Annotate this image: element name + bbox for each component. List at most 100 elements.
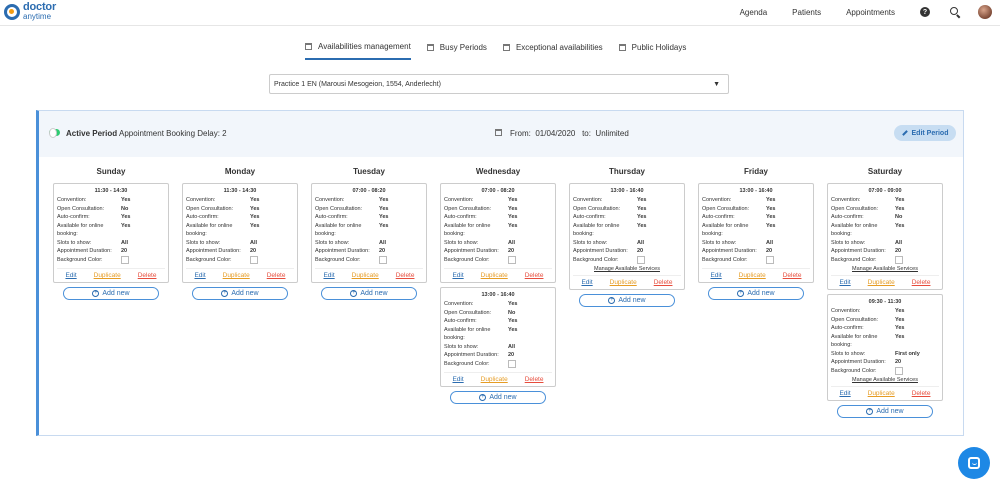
- tab-2[interactable]: Exceptional availabilities: [502, 40, 603, 54]
- edit-slot-link[interactable]: Edit: [452, 272, 463, 279]
- tab-1[interactable]: Busy Periods: [426, 40, 487, 54]
- convention-row: Convention: Yes: [444, 196, 552, 205]
- add-new-button[interactable]: + Add new: [63, 287, 159, 300]
- pencil-icon: [901, 130, 908, 136]
- tab-0[interactable]: Availabilities management: [305, 40, 411, 60]
- manage-services-link[interactable]: Manage Available Services: [831, 377, 939, 383]
- period-panel: Active Period Appointment Booking Delay:…: [36, 110, 964, 436]
- open-consultation-row: Open Consultation: Yes: [573, 205, 681, 214]
- active-period-toggle[interactable]: [49, 128, 60, 138]
- edit-slot-link[interactable]: Edit: [710, 272, 721, 279]
- practice-select[interactable]: Practice 1 EN (Marousi Mesogeion, 1554, …: [269, 74, 729, 94]
- delete-slot-link[interactable]: Delete: [138, 272, 157, 279]
- slots-to-show-label: Slots to show:: [315, 239, 350, 246]
- day-column: Monday 11:30 - 14:30 Convention: Yes Open Co…: [182, 167, 298, 300]
- slots-to-show-value: All: [766, 239, 774, 246]
- slots-to-show-label: Slots to show:: [444, 343, 479, 350]
- search-icon[interactable]: [950, 7, 960, 17]
- help-icon[interactable]: ?: [920, 7, 930, 17]
- background-color-swatch[interactable]: [379, 255, 387, 264]
- duplicate-slot-link[interactable]: Duplicate: [481, 272, 508, 279]
- duplicate-slot-link[interactable]: Duplicate: [868, 279, 895, 286]
- duplicate-slot-link[interactable]: Duplicate: [739, 272, 766, 279]
- nav-patients-link[interactable]: Patients: [792, 8, 821, 17]
- nav-agenda-link[interactable]: Agenda: [740, 8, 768, 17]
- online-booking-value: Yes: [379, 222, 389, 229]
- chat-launcher-button[interactable]: [958, 447, 990, 479]
- manage-services-link[interactable]: Manage Available Services: [831, 266, 939, 272]
- add-new-button[interactable]: + Add new: [837, 405, 933, 418]
- add-new-button[interactable]: + Add new: [450, 391, 546, 404]
- convention-value: Yes: [508, 301, 518, 307]
- day-title: Sunday: [96, 167, 126, 176]
- day-title: Friday: [743, 167, 768, 176]
- slots-to-show-label: Slots to show:: [831, 239, 866, 246]
- open-consultation-value: Yes: [766, 205, 776, 212]
- duplicate-slot-link[interactable]: Duplicate: [352, 272, 379, 279]
- background-color-swatch[interactable]: [637, 255, 645, 264]
- background-color-row: Background Color:: [702, 255, 810, 265]
- edit-slot-link[interactable]: Edit: [581, 279, 592, 286]
- edit-slot-link[interactable]: Edit: [323, 272, 334, 279]
- delete-slot-link[interactable]: Delete: [912, 279, 931, 286]
- online-booking-cont-row: booking:: [57, 230, 165, 239]
- add-new-button[interactable]: + Add new: [321, 287, 417, 300]
- manage-services-link[interactable]: Manage Available Services: [573, 266, 681, 272]
- add-new-button[interactable]: + Add new: [708, 287, 804, 300]
- delete-slot-link[interactable]: Delete: [525, 376, 544, 383]
- background-color-label: Background Color:: [831, 256, 877, 263]
- user-avatar[interactable]: [978, 5, 992, 19]
- background-color-swatch[interactable]: [895, 255, 903, 264]
- duplicate-slot-link[interactable]: Duplicate: [481, 376, 508, 383]
- edit-period-label: Edit Period: [911, 129, 949, 137]
- duplicate-slot-link[interactable]: Duplicate: [94, 272, 121, 279]
- edit-slot-link[interactable]: Edit: [194, 272, 205, 279]
- convention-row: Convention: Yes: [315, 196, 423, 205]
- slot-actions: Edit Duplicate Delete: [831, 275, 939, 289]
- add-new-button[interactable]: + Add new: [192, 287, 288, 300]
- appointment-duration-row: Appointment Duration: 20: [315, 247, 423, 256]
- background-color-swatch[interactable]: [250, 255, 258, 264]
- tab-3[interactable]: Public Holidays: [618, 40, 686, 54]
- add-new-button[interactable]: + Add new: [579, 294, 675, 307]
- slot-actions: Edit Duplicate Delete: [702, 268, 810, 282]
- edit-slot-link[interactable]: Edit: [839, 390, 850, 397]
- background-color-swatch[interactable]: [766, 255, 774, 264]
- delete-slot-link[interactable]: Delete: [525, 272, 544, 279]
- edit-period-button[interactable]: Edit Period: [894, 125, 956, 141]
- auto-confirm-row: Auto-confirm: Yes: [315, 213, 423, 222]
- delete-slot-link[interactable]: Delete: [654, 279, 673, 286]
- duplicate-slot-link[interactable]: Duplicate: [610, 279, 637, 286]
- slots-to-show-label: Slots to show:: [573, 239, 608, 246]
- online-booking-label: Available for online: [444, 222, 491, 229]
- duplicate-slot-link[interactable]: Duplicate: [868, 390, 895, 397]
- active-period-label: Active Period: [66, 129, 118, 138]
- online-booking-cont-label: booking:: [57, 231, 78, 237]
- edit-slot-link[interactable]: Edit: [452, 376, 463, 383]
- period-header: Active Period Appointment Booking Delay:…: [39, 111, 963, 157]
- edit-slot-link[interactable]: Edit: [65, 272, 76, 279]
- delete-slot-link[interactable]: Delete: [783, 272, 802, 279]
- booking-delay-label: Appointment Booking Delay: 2: [119, 129, 227, 138]
- add-new-label: Add new: [618, 297, 646, 304]
- background-color-label: Background Color:: [573, 256, 619, 263]
- duplicate-slot-link[interactable]: Duplicate: [223, 272, 250, 279]
- background-color-swatch[interactable]: [508, 255, 516, 264]
- delete-slot-link[interactable]: Delete: [267, 272, 286, 279]
- online-booking-cont-label: booking:: [831, 342, 852, 348]
- to-label: to:: [582, 129, 591, 138]
- background-color-swatch[interactable]: [508, 359, 516, 368]
- day-column: Sunday 11:30 - 14:30 Convention: Yes Open Co…: [53, 167, 169, 300]
- delete-slot-link[interactable]: Delete: [396, 272, 415, 279]
- slot-actions: Edit Duplicate Delete: [831, 386, 939, 400]
- background-color-swatch[interactable]: [121, 255, 129, 264]
- nav-appointments-link[interactable]: Appointments: [846, 8, 895, 17]
- delete-slot-link[interactable]: Delete: [912, 390, 931, 397]
- edit-slot-link[interactable]: Edit: [839, 279, 850, 286]
- doctor-anytime-logo[interactable]: doctor anytime: [4, 2, 56, 21]
- online-booking-cont-label: booking:: [831, 231, 852, 237]
- background-color-swatch[interactable]: [895, 366, 903, 375]
- online-booking-cont-label: booking:: [186, 231, 207, 237]
- online-booking-row: Available for online Yes: [444, 326, 552, 335]
- availability-slot-card: 13:00 - 16:40 Convention: Yes Open Consulta…: [698, 183, 814, 283]
